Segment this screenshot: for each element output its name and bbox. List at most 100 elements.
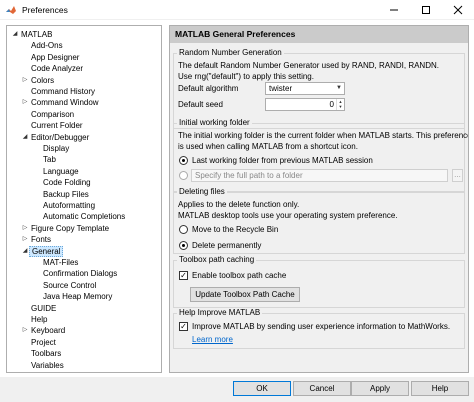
tree-item-label: Autoformatting xyxy=(43,201,96,210)
tree-item[interactable]: GUIDE xyxy=(21,303,58,314)
tree-item-label: Current Folder xyxy=(31,121,83,131)
recycle-bin-label: Move to the Recycle Bin xyxy=(192,225,279,234)
toolbox-cache-group: Toolbox path caching Enable toolbox path… xyxy=(173,255,465,308)
tree-item-label: Editor/Debugger xyxy=(31,132,90,142)
expand-arrow-icon[interactable]: ◢ xyxy=(11,29,19,40)
collapse-arrow-icon[interactable]: ▷ xyxy=(21,325,29,336)
apply-button[interactable]: Apply xyxy=(351,381,409,396)
tree-item-label: General xyxy=(29,245,64,257)
specify-folder-radio[interactable] xyxy=(179,171,188,180)
maximize-icon xyxy=(422,6,430,14)
ok-button[interactable]: OK xyxy=(233,381,291,396)
collapse-arrow-icon[interactable]: ▷ xyxy=(21,234,29,245)
tree-item-label: MATLAB xyxy=(21,30,53,39)
tree-item[interactable]: ◢ General xyxy=(21,245,64,257)
tree-item[interactable]: Web xyxy=(21,371,49,372)
tree-item-label: Language xyxy=(43,166,79,176)
initial-folder-group: Initial working folder The initial worki… xyxy=(173,118,468,192)
tree-item[interactable]: Java Heap Memory xyxy=(33,291,114,302)
tree-item[interactable]: ▷ Keyboard xyxy=(21,325,67,336)
tree-item[interactable]: Toolbars xyxy=(21,348,63,359)
collapse-arrow-icon[interactable]: ▷ xyxy=(21,97,29,108)
tree-item[interactable]: Language xyxy=(33,166,81,177)
delete-permanently-radio[interactable] xyxy=(179,241,188,250)
collapse-arrow-icon[interactable]: ▷ xyxy=(21,223,29,234)
spin-arrows-icon[interactable]: ▲ ▼ xyxy=(336,99,344,110)
tree-item-label: Web xyxy=(29,371,49,372)
tree-item[interactable]: ▷ Command Window xyxy=(21,97,101,108)
tree-item[interactable]: Tab xyxy=(33,154,58,165)
tree-item-label: Colors xyxy=(31,75,55,85)
seed-value: 0 xyxy=(329,100,334,109)
expand-arrow-icon[interactable]: ◢ xyxy=(21,132,29,143)
toolbox-cache-label: Enable toolbox path cache xyxy=(192,271,287,280)
tree-item[interactable]: Confirmation Dialogs xyxy=(33,268,119,279)
browse-button[interactable]: ... xyxy=(452,169,463,182)
expand-arrow-icon[interactable]: ◢ xyxy=(21,246,29,257)
tree-item-label: Command Window xyxy=(31,98,99,108)
tree-item[interactable]: Variables xyxy=(21,360,66,371)
close-icon xyxy=(453,5,463,15)
title-bar: Preferences xyxy=(0,0,474,20)
collapse-arrow-icon[interactable]: ▷ xyxy=(21,75,29,86)
tree-item-label: Toolbars xyxy=(31,349,62,359)
improve-matlab-checkbox[interactable] xyxy=(179,322,188,331)
tree-item-label: Tab xyxy=(43,155,56,165)
help-button[interactable]: Help xyxy=(411,381,469,396)
tree-item-label: MAT-Files xyxy=(43,258,79,267)
tree-item-label: App Designer xyxy=(31,52,80,62)
tree-item[interactable]: Display xyxy=(33,143,71,154)
tree-item[interactable]: Help xyxy=(21,314,49,325)
tree-item-label: Comparison xyxy=(31,109,75,119)
minimize-button[interactable] xyxy=(378,0,410,20)
algorithm-select[interactable]: twister ▼ xyxy=(265,82,345,95)
improve-matlab-label: Improve MATLAB by sending user experienc… xyxy=(192,322,451,331)
rng-desc-2: Use rng("default") to apply this setting… xyxy=(178,72,314,81)
close-button[interactable] xyxy=(442,0,474,20)
preferences-tree[interactable]: ◢ MATLAB Add-Ons App Designer Code Analyzer ▷… xyxy=(6,25,162,373)
recycle-bin-radio[interactable] xyxy=(179,225,188,234)
tree-item[interactable]: Current Folder xyxy=(21,120,85,131)
tree-item[interactable]: Command History xyxy=(21,86,97,97)
tree-item[interactable]: Autoformatting xyxy=(33,200,97,211)
tree-item[interactable]: ▷ Colors xyxy=(21,75,56,86)
tree-item-label: Project xyxy=(31,337,56,347)
tree-item-label: Automatic Completions xyxy=(43,212,126,222)
matlab-logo-icon xyxy=(6,5,16,14)
tree-item[interactable]: Automatic Completions xyxy=(33,211,127,222)
tree-item[interactable]: Code Analyzer xyxy=(21,63,85,74)
tree-item-label: GUIDE xyxy=(31,303,57,313)
learn-more-link[interactable]: Learn more xyxy=(192,335,233,344)
seed-stepper[interactable]: 0 ▲ ▼ xyxy=(265,98,345,111)
initial-folder-desc-1: The initial working folder is the curren… xyxy=(178,131,469,140)
seed-label: Default seed xyxy=(178,100,223,109)
tree-item[interactable]: Project xyxy=(21,337,58,348)
tree-item[interactable]: ▷ Fonts xyxy=(21,234,53,245)
help-improve-group-title: Help Improve MATLAB xyxy=(177,308,263,317)
toolbox-cache-checkbox[interactable] xyxy=(179,271,188,280)
deleting-group-title: Deleting files xyxy=(177,187,227,196)
folder-path-input[interactable]: Specify the full path to a folder xyxy=(191,169,448,182)
tree-item[interactable]: Code Folding xyxy=(33,177,93,188)
tree-item[interactable]: Comparison xyxy=(21,109,76,120)
tree-item[interactable]: ▷ Figure Copy Template xyxy=(21,223,111,234)
tree-item-label: Figure Copy Template xyxy=(31,223,110,233)
tree-item-label: Command History xyxy=(31,87,96,96)
rng-desc-1: The default Random Number Generator used… xyxy=(178,61,439,70)
update-toolbox-cache-button[interactable]: Update Toolbox Path Cache xyxy=(190,287,300,302)
last-folder-radio[interactable] xyxy=(179,156,188,165)
tree-item-label: Keyboard xyxy=(31,326,66,336)
deleting-desc-1: Applies to the delete function only. xyxy=(178,200,300,209)
tree-item[interactable]: ◢ MATLAB xyxy=(11,29,54,40)
maximize-button[interactable] xyxy=(410,0,442,20)
cancel-button[interactable]: Cancel xyxy=(293,381,351,396)
tree-item[interactable]: ◢ Editor/Debugger xyxy=(21,132,91,143)
tree-item[interactable]: MAT-Files xyxy=(33,257,80,268)
tree-item[interactable]: Source Control xyxy=(33,280,98,291)
help-improve-group: Help Improve MATLAB Improve MATLAB by se… xyxy=(173,308,465,349)
tree-item[interactable]: App Designer xyxy=(21,52,81,63)
tree-item[interactable]: Add-Ons xyxy=(21,40,65,51)
tree-item-label: Backup Files xyxy=(43,189,89,199)
initial-folder-group-title: Initial working folder xyxy=(177,118,252,127)
tree-item[interactable]: Backup Files xyxy=(33,189,91,200)
